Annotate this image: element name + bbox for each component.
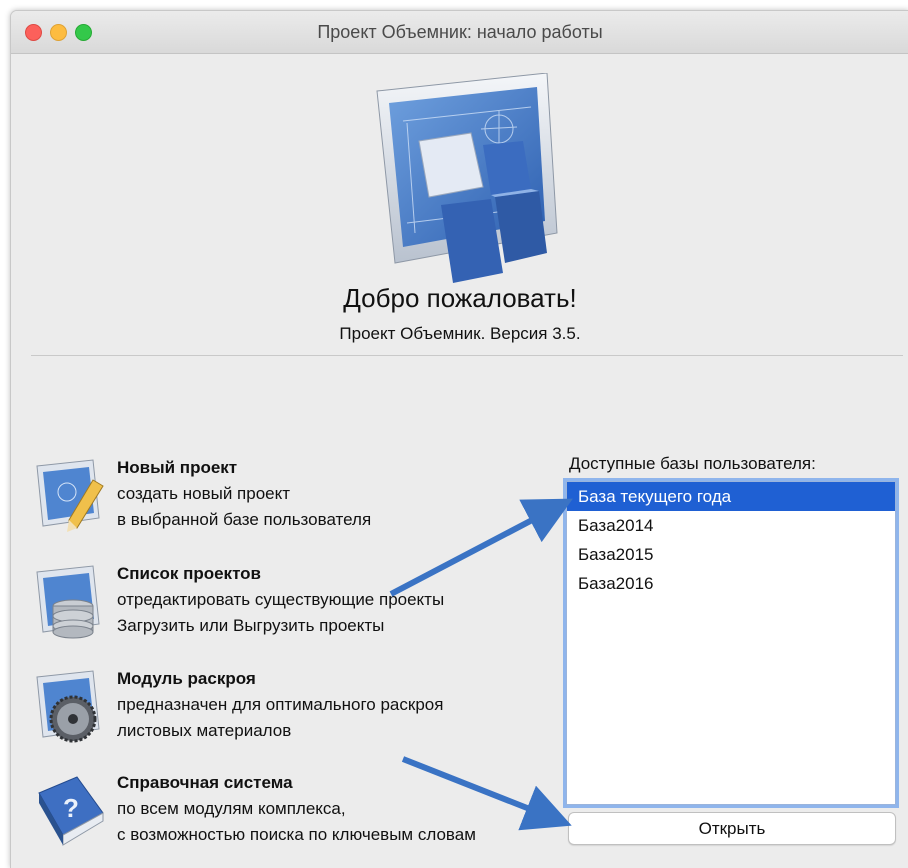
databases-list[interactable]: База текущего года База2014 База2015 Баз… [566,481,896,805]
menu-item-description: создать новый проект [117,484,291,503]
blueprint-database-icon [36,565,100,639]
open-button[interactable]: Открыть [568,812,896,845]
menu-item-description: по всем модулям комплекса, [117,799,346,818]
svg-text:?: ? [63,793,79,823]
database-item[interactable]: База2015 [567,540,895,569]
menu-item-description: с возможностью поиска по ключевым словам [117,825,476,844]
app-logo-icon [376,73,558,283]
database-item[interactable]: База2014 [567,511,895,540]
blueprint-saw-icon [36,670,100,743]
menu-item-description: отредактировать существующие проекты [117,590,445,609]
database-item[interactable]: База2016 [567,569,895,598]
menu-item-description: в выбранной базе пользователя [117,510,372,529]
cutting-module-item[interactable]: Модуль раскроя предназначен для оптималь… [33,669,563,761]
new-project-item[interactable]: Новый проект создать новый проект в выбр… [33,458,563,550]
divider [31,355,903,356]
help-book-icon: ? [38,776,104,846]
blueprint-pencil-icon [36,459,104,532]
menu-item-description: предназначен для оптимального раскроя [117,695,444,714]
menu-item-description: листовых материалов [117,721,292,740]
welcome-window: Проект Объемник: начало работы Добро пож… [10,10,908,868]
version-text: Проект Объемник. Версия 3.5. [339,324,581,343]
window-title: Проект Объемник: начало работы [317,22,603,42]
menu-item-title: Справочная система [117,773,293,792]
database-item[interactable]: База текущего года [567,482,895,511]
project-list-item[interactable]: Список проектов отредактировать существу… [33,564,563,656]
menu-item-description: Загрузить или Выгрузить проекты [117,616,385,635]
menu-item-title: Модуль раскроя [117,669,256,688]
menu-item-title: Список проектов [117,564,262,583]
welcome-heading: Добро пожаловать! [343,283,577,313]
help-system-item[interactable]: ? Справочная система по всем модулям ком… [33,773,563,865]
databases-label: Доступные базы пользователя: [569,454,816,473]
menu-item-title: Новый проект [117,458,238,477]
title-bar: Проект Объемник: начало работы [11,11,908,54]
